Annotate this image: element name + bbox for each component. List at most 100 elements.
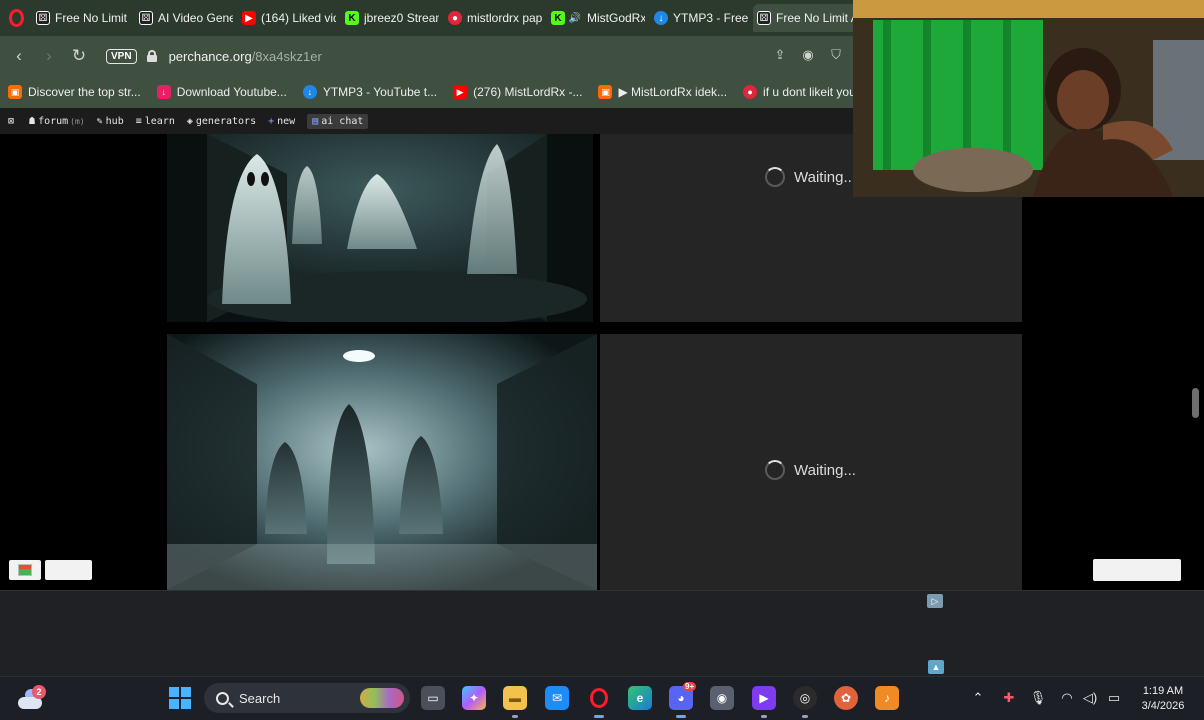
warning-icon[interactable]: ▲ — [928, 660, 944, 674]
outlook-icon[interactable]: ✉ — [545, 686, 569, 710]
loading-spinner-icon — [765, 167, 785, 187]
discord-icon[interactable]: ◕ 9+ — [669, 682, 697, 718]
generated-image-ghosts-hallway[interactable] — [167, 134, 593, 322]
fl-studio-icon[interactable]: ♪ — [875, 686, 899, 710]
clipchamp-icon[interactable]: ▶ — [752, 686, 776, 718]
bookmark-label: Download Youtube... — [176, 85, 287, 99]
nav-ai-chat-label: ai chat — [321, 115, 364, 127]
secondary-button[interactable] — [45, 560, 92, 580]
bookmark-favicon-icon: ▣ — [8, 85, 22, 99]
tab-jbreez0-stream[interactable]: K jbreez0 Stream — [341, 4, 443, 32]
bookmark-mistlordrx-idek[interactable]: ▣ ▶ MistLordRx idek... — [598, 85, 727, 99]
forward-icon[interactable]: › — [36, 43, 62, 69]
image-settings-button[interactable] — [9, 560, 41, 580]
tab-title: jbreez0 Stream — [364, 11, 439, 25]
bookmark-ytmp3[interactable]: ↓ YTMP3 - YouTube t... — [302, 85, 438, 99]
tab-liked-videos[interactable]: ▶ (164) Liked vid — [238, 4, 340, 32]
nav-learn-label: learn — [144, 115, 175, 127]
start-button[interactable] — [169, 687, 191, 709]
page-scrollbar-thumb[interactable] — [1192, 388, 1199, 418]
nav-learn[interactable]: ≡ learn — [136, 116, 175, 127]
volume-icon[interactable]: ◁) — [1081, 689, 1099, 707]
search-label: Search — [239, 690, 281, 706]
hub-icon: ✎ — [96, 115, 103, 127]
share-icon[interactable]: ⇪ — [771, 46, 789, 64]
tab-title: Free No Limit A — [55, 11, 130, 25]
search-icon — [216, 691, 229, 705]
task-view-icon[interactable]: ▭ — [421, 686, 445, 710]
nav-generators[interactable]: ◈ generators — [187, 116, 256, 127]
nav-forum[interactable]: ☗ forum (m) — [29, 116, 85, 127]
camera-app-icon[interactable]: ◉ — [710, 686, 734, 710]
forum-icon: ☗ — [29, 115, 36, 127]
ghosts-hallway-image — [167, 134, 593, 322]
waiting-status-1: Waiting... — [765, 167, 856, 187]
tab-mistlordrx-paper[interactable]: ● mistlordrx pap — [444, 4, 546, 32]
back-icon[interactable]: ‹ — [6, 43, 32, 69]
app-icon: ● — [743, 85, 758, 99]
opera-menu-icon[interactable] — [0, 0, 32, 36]
nav-new-label: new — [277, 115, 296, 127]
url-field[interactable]: perchance.org/8xa4skz1er — [169, 49, 322, 64]
obs-icon[interactable]: ◎ — [793, 686, 817, 718]
bookmark-mistlordrx-youtube[interactable]: ▶ (276) MistLordRx -... — [453, 85, 582, 99]
copilot-icon[interactable]: ✦ — [462, 686, 486, 710]
weather-badge: 2 — [32, 685, 46, 699]
pc-menu-icon[interactable]: ⊠ — [8, 116, 17, 127]
nav-hub[interactable]: ✎ hub — [97, 116, 124, 127]
windows-taskbar: 2 Search ▭ ✦ ▬ ✉ e ◕ 9+ ◉ ▶ ◎ ✿ ♪ ⌃ ✚ 🎙 ◠… — [0, 676, 1204, 720]
camera-icon[interactable]: ◉ — [799, 46, 817, 64]
bookmark-discover[interactable]: ▣ Discover the top str... — [8, 85, 141, 99]
nav-forum-count: (m) — [70, 116, 85, 126]
shield-icon[interactable]: ⛉ — [827, 46, 845, 64]
taskbar-clock[interactable]: 1:19 AM 3/4/2026 — [1134, 684, 1192, 714]
tab-title: mistlordrx pap — [467, 11, 542, 25]
ad-choices-icon[interactable]: ▷ — [927, 594, 943, 608]
tab-ytmp3[interactable]: ↓ YTMP3 - Free Y — [650, 4, 752, 32]
bookmark-label: (276) MistLordRx -... — [473, 85, 583, 99]
tray-app-icon[interactable]: ✚ — [1000, 689, 1018, 707]
nav-ai-chat[interactable]: ▤ ai chat — [307, 113, 369, 129]
tab-mistgodrx[interactable]: K 🔊 MistGodRx — [547, 4, 649, 32]
ytmp3-icon: ↓ — [654, 11, 668, 25]
result-slot-2: Waiting... — [600, 334, 1022, 590]
battery-icon[interactable]: ▭ — [1105, 689, 1123, 707]
generated-image-foggy-corridor[interactable] — [167, 334, 597, 590]
weather-widget[interactable]: 2 — [16, 685, 46, 713]
tab-ai-video-generator[interactable]: ⚄ AI Video Gener — [135, 4, 237, 32]
file-explorer-icon[interactable]: ▬ — [503, 686, 527, 718]
dice-icon: ⚄ — [36, 11, 50, 25]
game-app-icon[interactable]: ✿ — [834, 686, 858, 710]
tab-title: YTMP3 - Free Y — [673, 11, 748, 25]
nav-generators-label: generators — [195, 115, 257, 127]
reload-icon[interactable]: ↻ — [66, 43, 92, 69]
edge-icon[interactable]: e — [628, 686, 652, 710]
nav-new[interactable]: + new — [268, 116, 295, 127]
opera-taskbar-icon[interactable] — [587, 686, 611, 718]
ytmp3-icon: ↓ — [302, 85, 317, 99]
tray-overflow-icon[interactable]: ⌃ — [969, 689, 987, 707]
vpn-badge[interactable]: VPN — [106, 48, 137, 64]
tab-title: (164) Liked vid — [261, 11, 336, 25]
kick-icon: K — [345, 11, 359, 25]
waiting-text: Waiting... — [794, 461, 856, 479]
tab-title: MistGodRx — [587, 11, 645, 25]
youtube-icon: ▶ — [453, 85, 468, 99]
image-icon — [18, 564, 32, 576]
webcam-feed-image — [853, 0, 1204, 197]
wifi-icon[interactable]: ◠ — [1058, 689, 1076, 707]
lock-icon[interactable] — [146, 50, 157, 62]
tab-free-no-limit-1[interactable]: ⚄ Free No Limit A — [32, 4, 134, 32]
tab-title: AI Video Gener — [158, 11, 233, 25]
webcam-overlay — [853, 0, 1204, 197]
bookmark-label: YTMP3 - YouTube t... — [322, 85, 438, 99]
taskbar-search[interactable]: Search — [204, 683, 410, 713]
clock-date: 3/4/2026 — [1141, 700, 1185, 712]
plus-icon: + — [268, 115, 275, 127]
right-action-button[interactable] — [1093, 559, 1181, 581]
audio-playing-icon[interactable]: 🔊 — [568, 11, 582, 25]
lower-panel: ▷ ▲ — [0, 590, 1204, 676]
bookmark-download-youtube[interactable]: ↓ Download Youtube... — [156, 85, 287, 99]
microphone-icon[interactable]: 🎙 — [1029, 689, 1047, 707]
dice-icon: ⚄ — [139, 11, 153, 25]
